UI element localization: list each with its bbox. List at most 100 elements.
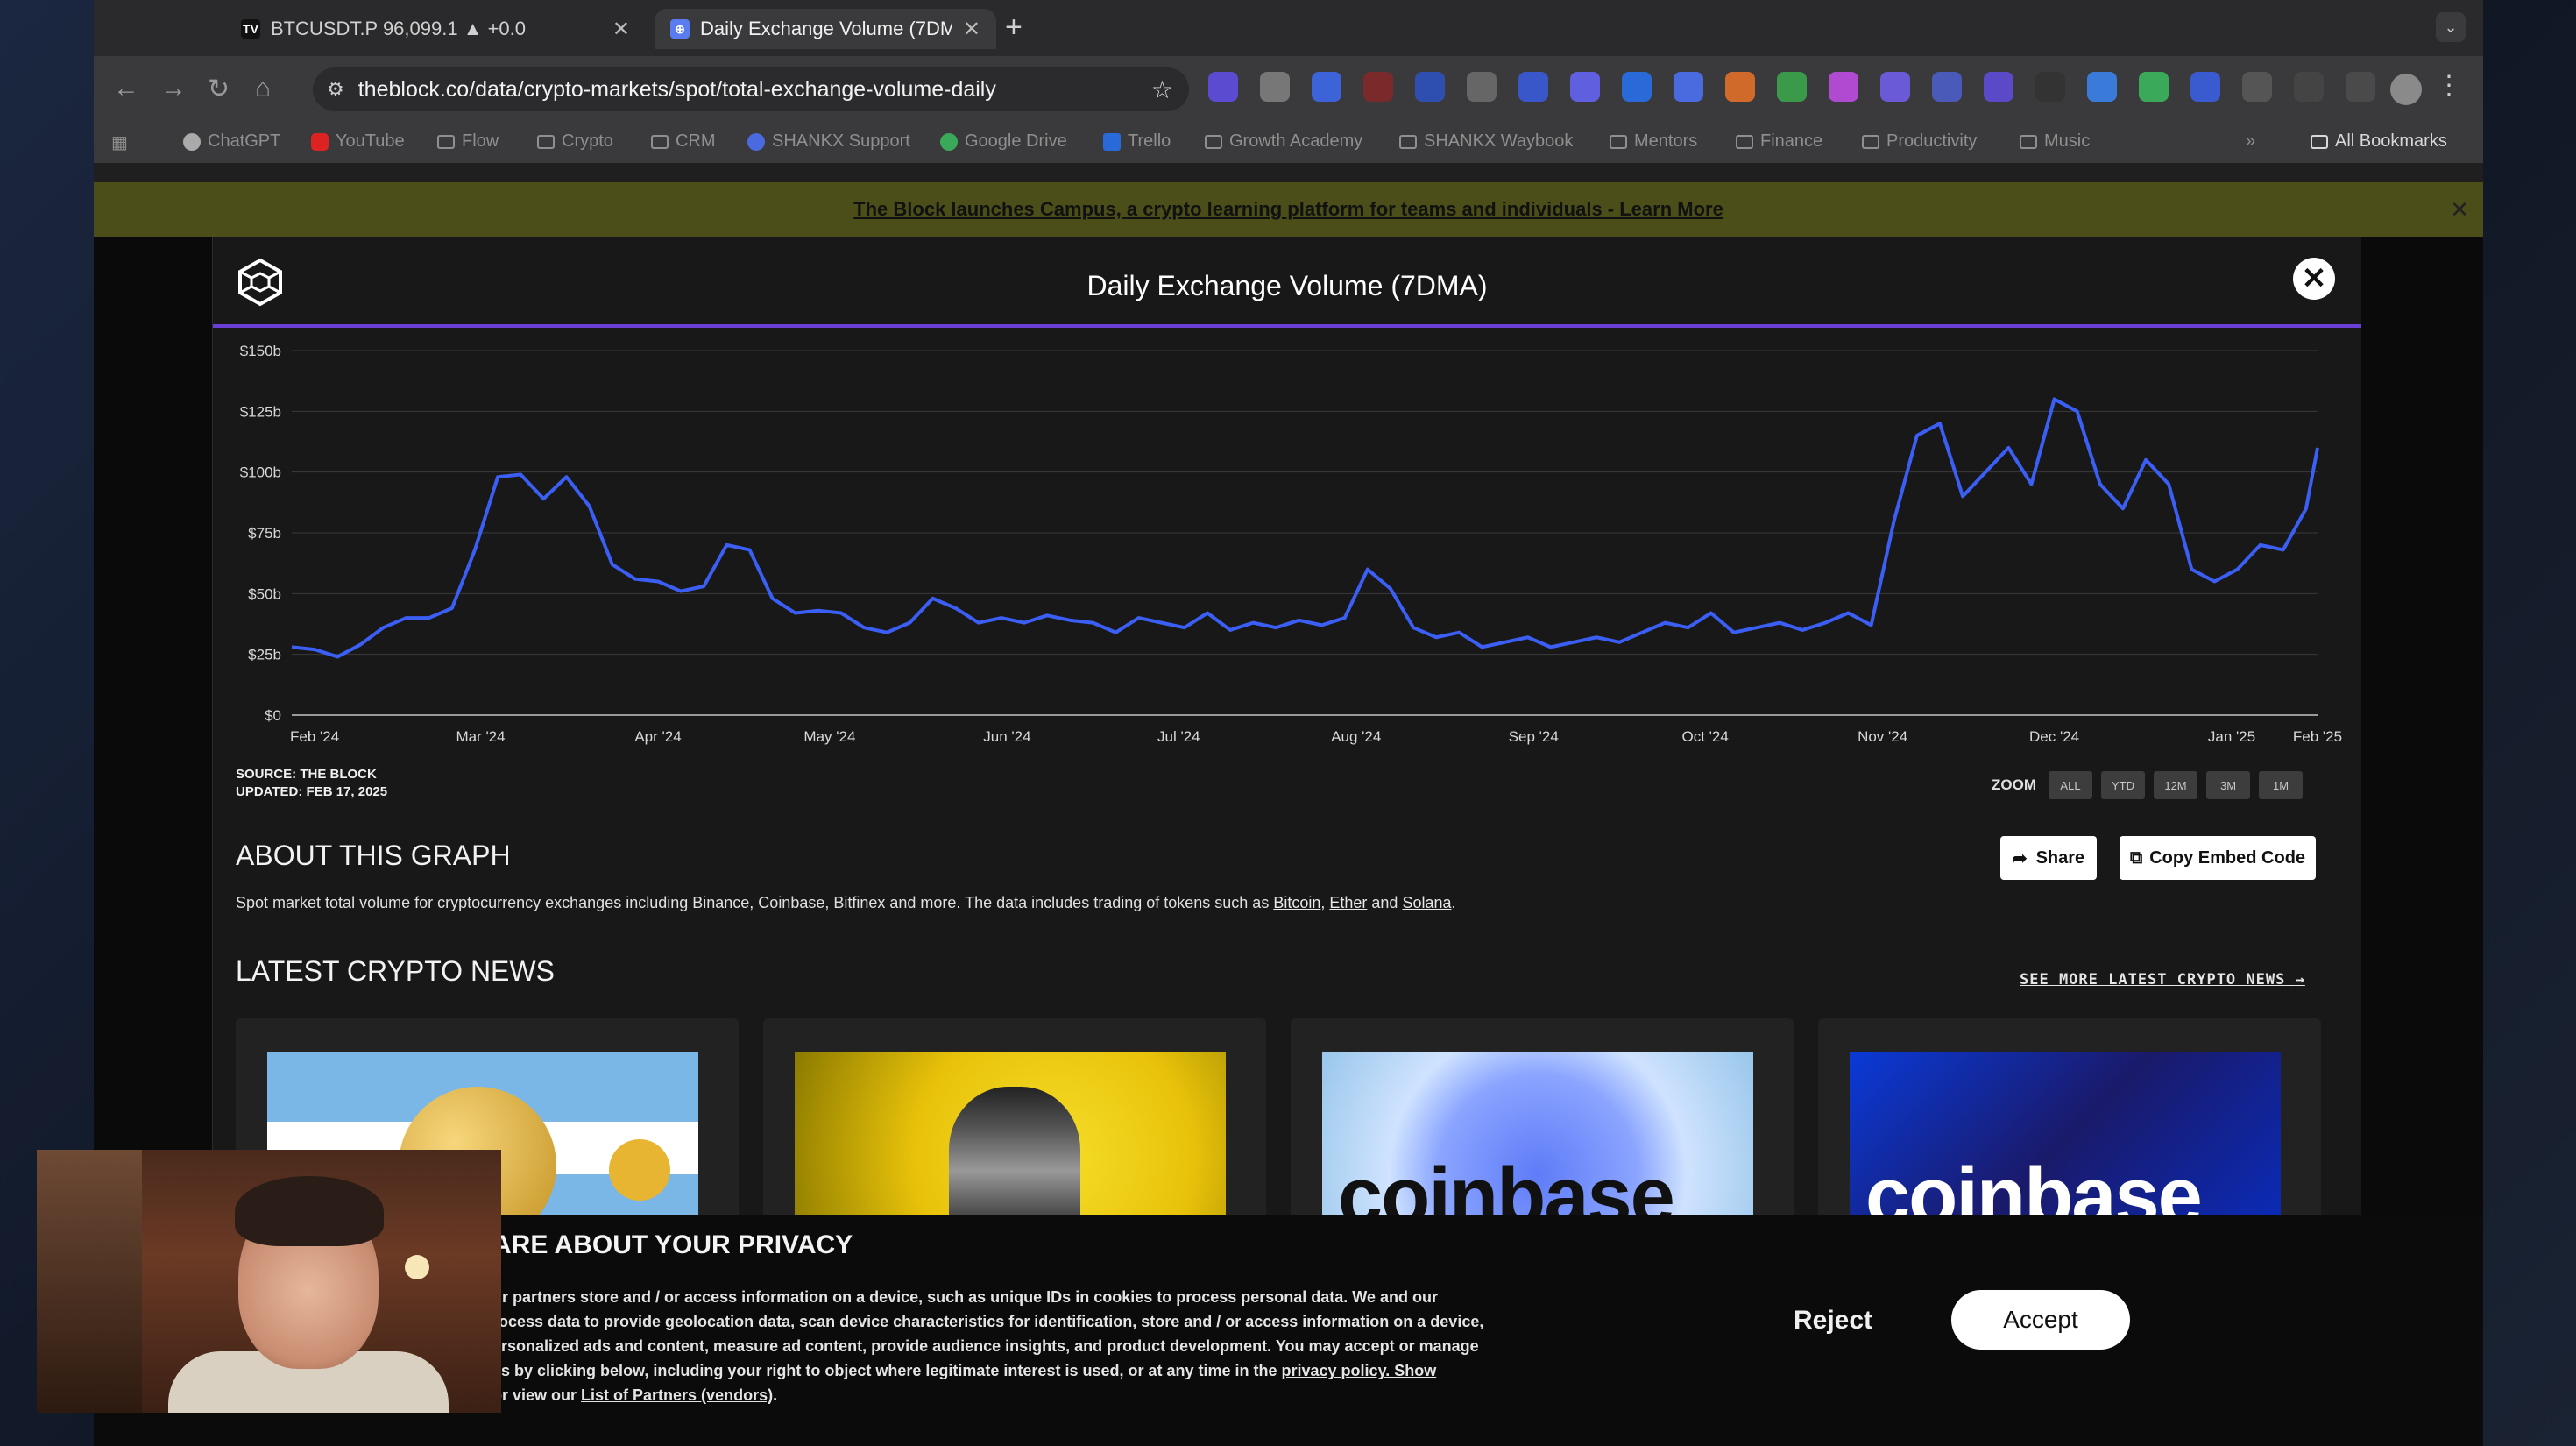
arrow-right-icon: → [2295, 971, 2305, 989]
extension-icon[interactable] [1208, 72, 1238, 102]
privacy-policy-link[interactable]: privacy policy [1282, 1362, 1386, 1379]
show-link[interactable]: . Show [1385, 1362, 1436, 1379]
new-tab-icon[interactable]: + [1005, 11, 1023, 45]
extension-icon[interactable] [1984, 72, 2013, 102]
banner-link[interactable]: The Block launches Campus, a crypto lear… [853, 198, 1723, 221]
browser-toolbar: ← → ↻ ⌂ ⚙ theblock.co/data/crypto-market… [94, 56, 2483, 123]
close-icon[interactable]: ✕ [612, 17, 630, 42]
folder-icon [537, 134, 555, 149]
bookmark-productivity[interactable]: Productivity [1862, 131, 1977, 152]
puzzle-icon[interactable] [2346, 72, 2375, 102]
privacy-line: es by clicking below, including your rig… [492, 1358, 1649, 1383]
bookmark-chatgpt[interactable]: ChatGPT [183, 131, 280, 152]
close-icon[interactable]: ✕ [2293, 258, 2335, 300]
zoom-controls: ZOOM ALL YTD 12M 3M 1M [1992, 771, 2303, 799]
extension-icon[interactable] [1674, 72, 1703, 102]
bookmark-all-bookmarks[interactable]: All Bookmarks [2311, 131, 2447, 152]
site-info-icon[interactable]: ⚙ [327, 78, 344, 101]
bookmark-mentors[interactable]: Mentors [1610, 131, 1697, 152]
background-wall [37, 1150, 142, 1413]
extension-icon[interactable] [1570, 72, 1600, 102]
bookmark-youtube[interactable]: YouTube [311, 131, 405, 152]
bookmark-flow[interactable]: Flow [437, 131, 499, 152]
close-icon[interactable]: ✕ [2450, 196, 2469, 223]
extension-icon[interactable] [1518, 72, 1548, 102]
tab-title: BTCUSDT.P 96,099.1 ▲ +0.0 [271, 18, 527, 39]
address-bar[interactable]: ⚙ theblock.co/data/crypto-markets/spot/t… [313, 67, 1189, 111]
tab-theblock[interactable]: ⊕ Daily Exchange Volume (7DM ✕ [655, 9, 996, 49]
extension-icon[interactable] [2035, 72, 2065, 102]
tab-tradingview[interactable]: TV BTCUSDT.P 96,099.1 ▲ +0.0 ✕ [225, 9, 646, 49]
x-tick-label: Oct '24 [1682, 728, 1729, 745]
extension-icon[interactable] [2242, 72, 2272, 102]
extension-icon[interactable] [2294, 72, 2324, 102]
x-tick-label: Mar '24 [456, 728, 505, 745]
folder-icon [1736, 134, 1753, 149]
bookmark-shankx-support[interactable]: SHANKX Support [747, 131, 910, 152]
extension-icon[interactable] [1777, 72, 1807, 102]
bookmark-star-icon[interactable]: ☆ [1151, 75, 1173, 104]
privacy-line: ersonalized ads and content, measure ad … [492, 1337, 1479, 1355]
home-icon[interactable]: ⌂ [255, 74, 271, 103]
extension-icon[interactable] [1415, 72, 1445, 102]
extension-icon[interactable] [2087, 72, 2117, 102]
close-icon[interactable]: ✕ [963, 17, 980, 42]
privacy-heading: ARE ABOUT YOUR PRIVACY [492, 1230, 853, 1259]
copy-embed-code-button[interactable]: ⧉ Copy Embed Code [2120, 836, 2316, 880]
ether-link[interactable]: Ether [1329, 894, 1367, 911]
extension-icon[interactable] [2139, 72, 2169, 102]
kebab-menu-icon[interactable]: ⋮ [2436, 70, 2462, 101]
zoom-all-button[interactable]: ALL [2049, 771, 2092, 799]
source-label: SOURCE: THE BLOCK [236, 767, 377, 782]
extensions-bar [1208, 72, 2375, 102]
extension-icon[interactable] [1467, 72, 1497, 102]
see-more-label: SEE MORE LATEST CRYPTO NEWS [2020, 971, 2286, 989]
profile-avatar-icon[interactable] [2390, 74, 2422, 105]
extension-icon[interactable] [1260, 72, 1290, 102]
bookmark-music[interactable]: Music [2020, 131, 2090, 152]
forward-icon[interactable]: → [160, 74, 187, 103]
extension-icon[interactable] [1363, 72, 1393, 102]
tab-title: Daily Exchange Volume (7DM [700, 18, 952, 39]
extension-icon[interactable] [1312, 72, 1341, 102]
bookmark-google-drive[interactable]: Google Drive [940, 131, 1067, 152]
extension-icon[interactable] [1932, 72, 1962, 102]
zoom-ytd-button[interactable]: YTD [2101, 771, 2145, 799]
accept-button[interactable]: Accept [1951, 1290, 2130, 1350]
bookmark-finance[interactable]: Finance [1736, 131, 1822, 152]
youtube-icon [311, 132, 329, 151]
bitcoin-link[interactable]: Bitcoin [1273, 894, 1320, 911]
apps-grid-icon[interactable]: ▦ [111, 131, 128, 153]
bookmark-growth-academy[interactable]: Growth Academy [1205, 131, 1362, 152]
zoom-3m-button[interactable]: 3M [2206, 771, 2250, 799]
privacy-line: or view our List of Partners (vendors). [492, 1383, 1649, 1407]
privacy-line-text: . [773, 1386, 778, 1404]
about-separator: , [1320, 894, 1330, 911]
webcam-overlay [37, 1150, 501, 1413]
zoom-12m-button[interactable]: 12M [2154, 771, 2197, 799]
extension-icon[interactable] [1725, 72, 1755, 102]
url-text[interactable]: theblock.co/data/crypto-markets/spot/tot… [358, 77, 1151, 103]
bookmark-shankx-waybook[interactable]: SHANKX Waybook [1399, 131, 1573, 152]
reject-button[interactable]: Reject [1794, 1306, 1872, 1336]
chevron-down-icon[interactable]: ⌄ [2436, 12, 2466, 42]
extension-icon[interactable] [1829, 72, 1858, 102]
bookmark-crm[interactable]: CRM [651, 131, 716, 152]
more-bookmarks-icon[interactable]: » [2246, 131, 2255, 152]
bookmark-crypto[interactable]: Crypto [537, 131, 613, 152]
back-icon[interactable]: ← [113, 74, 139, 103]
privacy-line: rocess data to provide geolocation data,… [492, 1313, 1484, 1330]
reload-icon[interactable]: ↻ [208, 74, 230, 104]
y-tick-label: $100b [240, 464, 281, 481]
extension-icon[interactable] [1622, 72, 1652, 102]
x-tick-label: Feb '24 [290, 728, 339, 745]
see-more-news-link[interactable]: SEE MORE LATEST CRYPTO NEWS → [2020, 971, 2305, 989]
extension-icon[interactable] [2190, 72, 2220, 102]
partners-link[interactable]: List of Partners (vendors) [581, 1386, 773, 1404]
zoom-1m-button[interactable]: 1M [2259, 771, 2303, 799]
share-button[interactable]: ➦ Share [2000, 836, 2097, 880]
solana-link[interactable]: Solana [1402, 894, 1451, 911]
sun-of-may-graphic [609, 1139, 670, 1201]
bookmark-trello[interactable]: Trello [1103, 131, 1171, 152]
extension-icon[interactable] [1880, 72, 1910, 102]
